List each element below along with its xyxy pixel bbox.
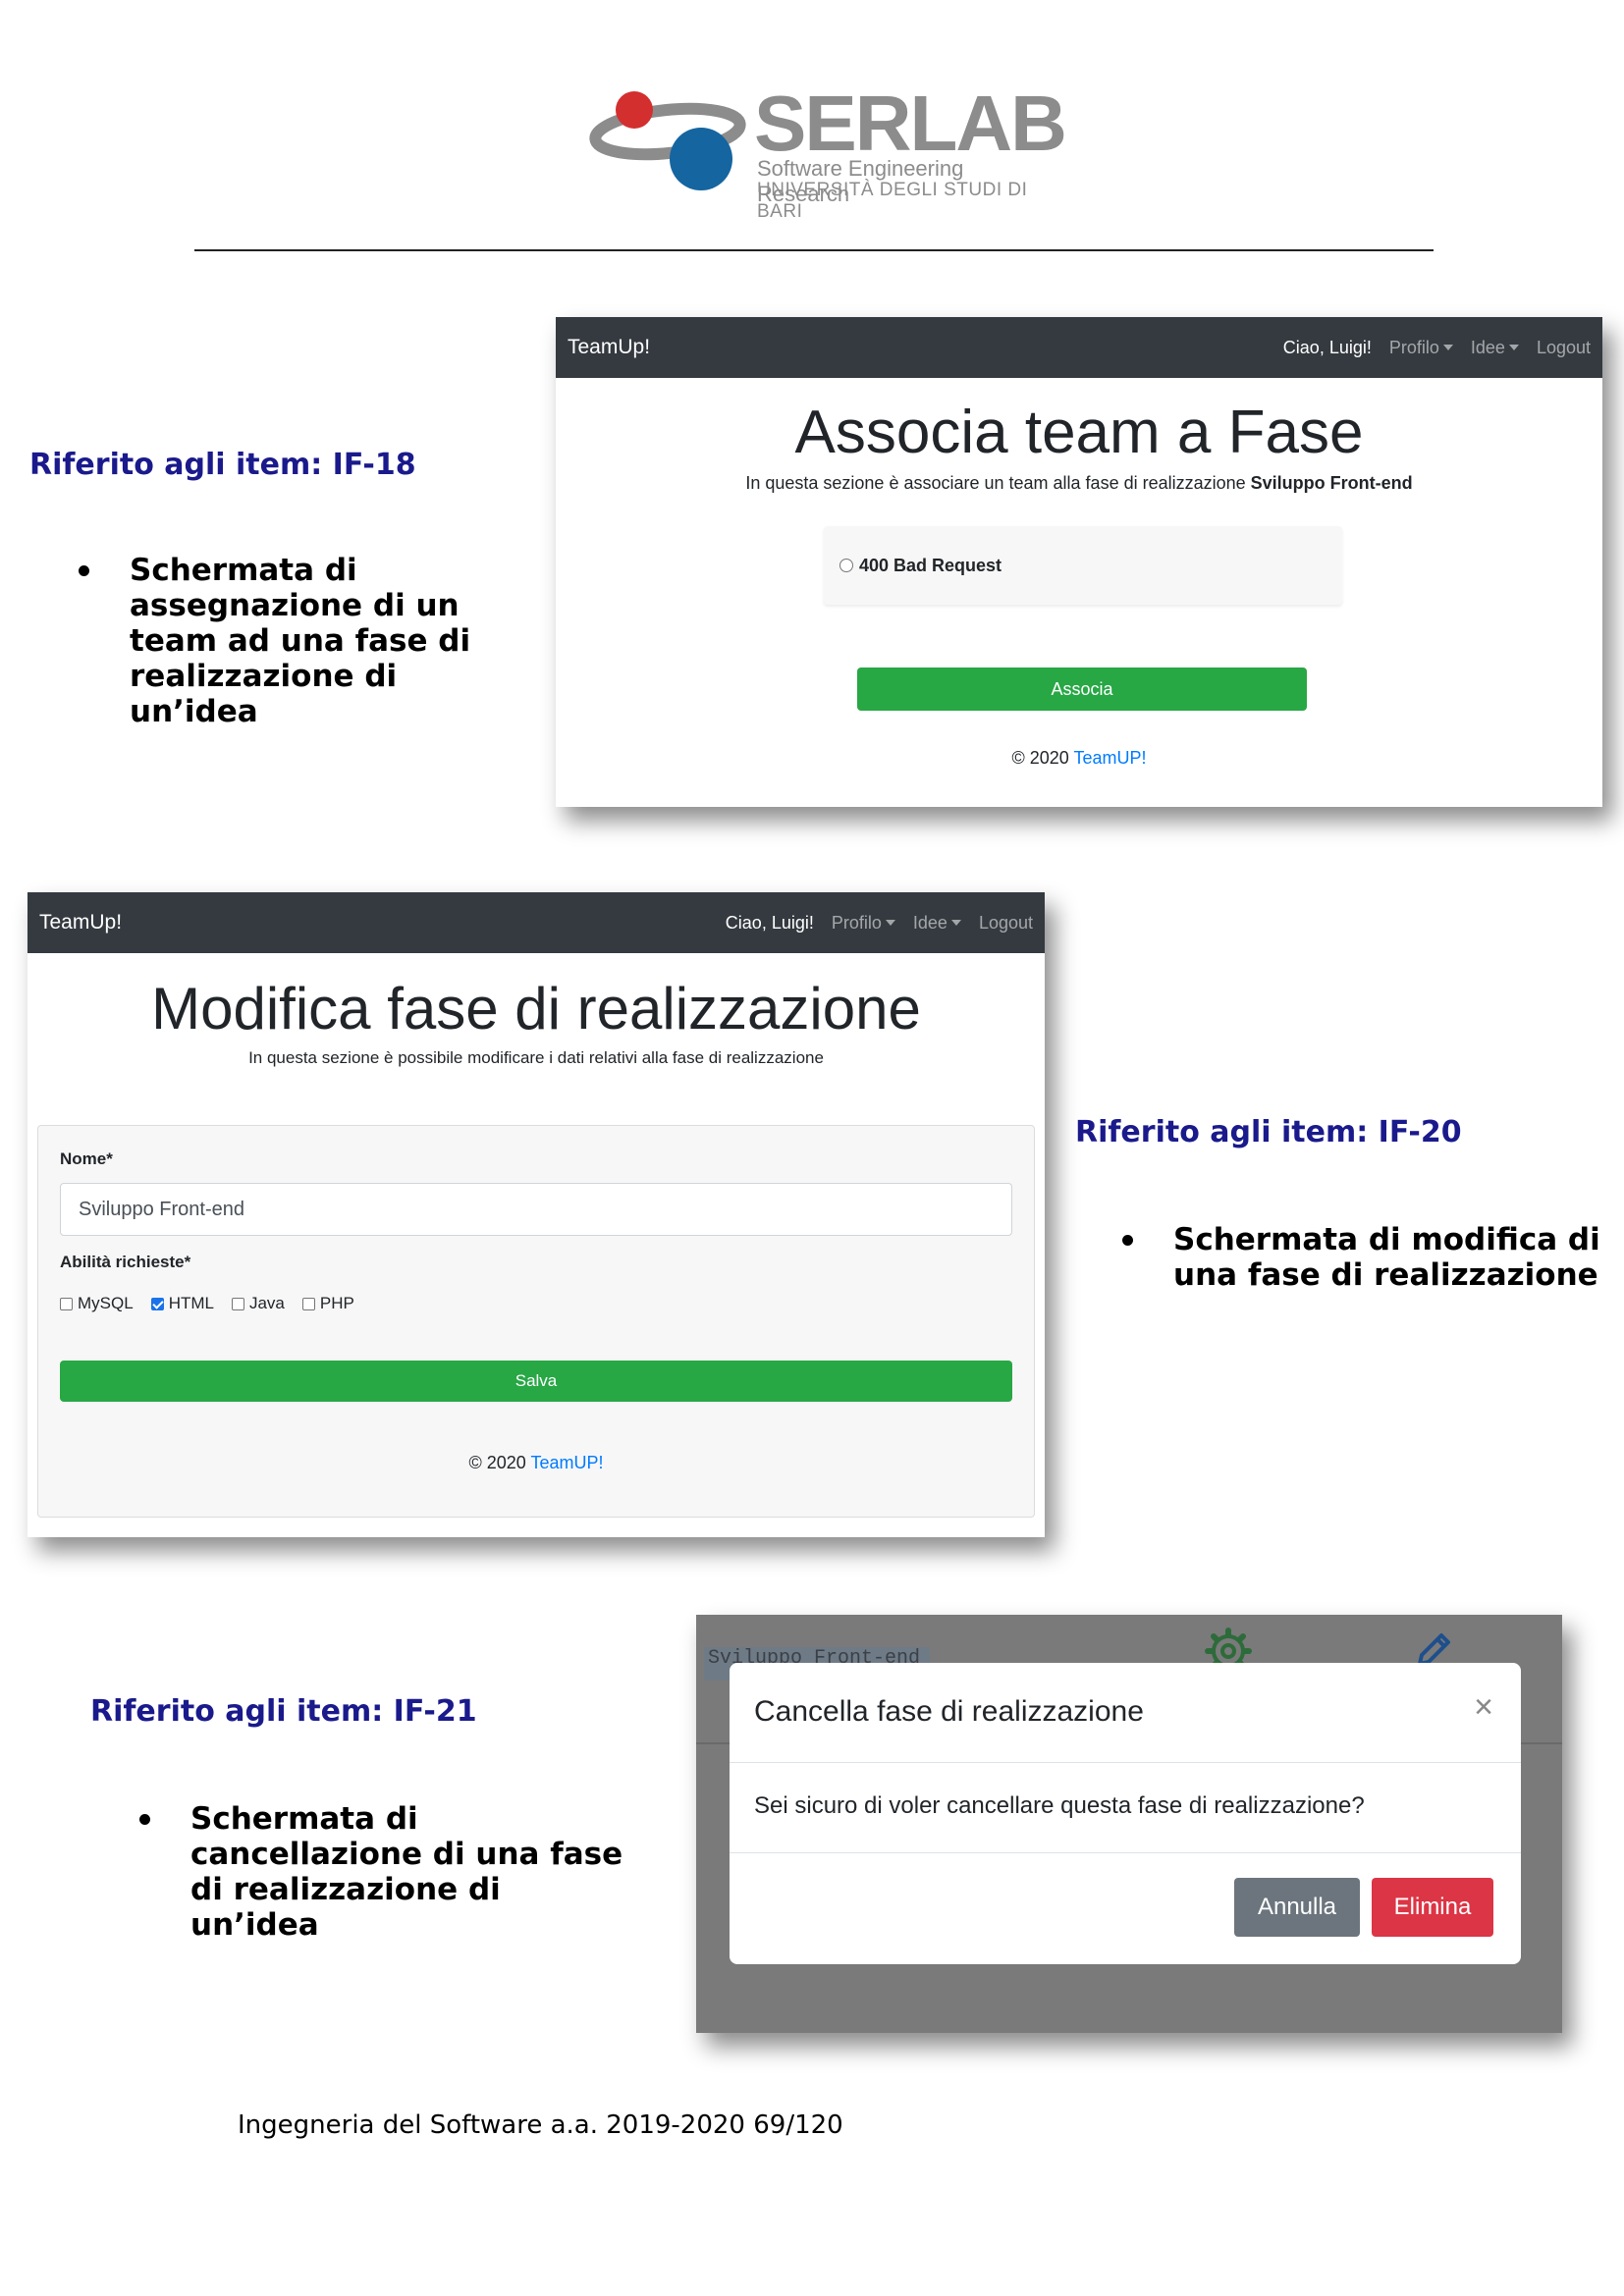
footer-copyright: © 2020 xyxy=(1011,748,1074,768)
checkbox-checked[interactable] xyxy=(150,1297,164,1310)
edit-phase-form: Nome* Sviluppo Front-end Abilità richies… xyxy=(37,1125,1035,1518)
nav-logout-link[interactable]: Logout xyxy=(1537,338,1591,358)
bullet-dot xyxy=(79,565,89,576)
navbar-menu: Ciao, Luigi! Profilo Idee Logout xyxy=(726,913,1033,934)
bullet-text: Schermata di cancellazione di una fase d… xyxy=(190,1801,623,1943)
section-bullets-if21: Schermata di cancellazione di una fase d… xyxy=(139,1801,630,1943)
bullet-item: Schermata di assegnazione di un team ad … xyxy=(79,553,530,729)
page-title: Associa team a Fase xyxy=(794,399,1364,466)
nav-greeting: Ciao, Luigi! xyxy=(725,912,814,933)
navbar: TeamUp! Ciao, Luigi! Profilo Idee Logout xyxy=(556,317,1602,378)
page-lead: In questa sezione è possibile modificare… xyxy=(248,1048,824,1067)
caret-down-icon xyxy=(950,920,961,926)
caret-down-icon xyxy=(1442,345,1453,350)
app-footer: © 2020 TeamUP! xyxy=(38,1453,1034,1473)
section-bullets-if18: Schermata di assegnazione di un team ad … xyxy=(79,553,530,729)
bullet-text: Schermata di modifica di una fase di rea… xyxy=(1173,1222,1600,1293)
elimina-button[interactable]: Elimina xyxy=(1372,1878,1493,1937)
checkbox[interactable] xyxy=(231,1297,244,1310)
modal-title: Cancella fase di realizzazione xyxy=(754,1695,1144,1728)
team-option-card[interactable]: 400 Bad Request xyxy=(824,526,1342,605)
bullet-item: Schermata di cancellazione di una fase d… xyxy=(139,1801,630,1943)
footer-link[interactable]: TeamUP! xyxy=(1073,748,1146,768)
page-lead: In questa sezione è associare un team al… xyxy=(556,473,1602,494)
serlab-logo-mark xyxy=(589,91,746,190)
skill-label: HTML xyxy=(168,1294,214,1312)
section-ref-if18: Riferito agli item: IF-18 xyxy=(29,448,416,482)
bullet-dot xyxy=(1122,1235,1133,1246)
section-bullets-if20: Schermata di modifica di una fase di rea… xyxy=(1122,1222,1613,1293)
salva-button[interactable]: Salva xyxy=(60,1361,1012,1402)
nav-logout-link[interactable]: Logout xyxy=(979,913,1033,934)
team-radio[interactable] xyxy=(839,559,853,572)
nav-profile-label: Profilo xyxy=(831,912,882,933)
skill-label: PHP xyxy=(319,1294,354,1312)
skill-label: Java xyxy=(248,1294,285,1312)
footer-copyright: © 2020 xyxy=(468,1453,531,1472)
screenshot-associa-team: TeamUp! Ciao, Luigi! Profilo Idee Logout… xyxy=(556,317,1602,807)
skills-label: Abilità richieste* xyxy=(60,1253,191,1271)
checkbox[interactable] xyxy=(301,1297,315,1310)
skill-checkbox-java[interactable]: Java xyxy=(231,1294,285,1313)
logo-university: UNIVERSITÀ DEGLI STUDI DI BARI xyxy=(757,180,1028,222)
navbar-menu: Ciao, Luigi! Profilo Idee Logout xyxy=(1283,338,1591,358)
lead-phase-name: Sviluppo Front-end xyxy=(1250,473,1413,493)
section-ref-if20: Riferito agli item: IF-20 xyxy=(1075,1115,1462,1149)
delete-confirm-modal: Cancella fase di realizzazione × Sei sic… xyxy=(730,1663,1521,1964)
caret-down-icon xyxy=(885,920,895,926)
skill-checkbox-mysql[interactable]: MySQL xyxy=(60,1294,134,1313)
lead-text: In questa sezione è associare un team al… xyxy=(745,473,1251,493)
navbar: TeamUp! Ciao, Luigi! Profilo Idee Logout xyxy=(27,892,1045,953)
bullet-item: Schermata di modifica di una fase di rea… xyxy=(1122,1222,1613,1293)
nav-ideas-label: Idee xyxy=(1470,337,1505,357)
close-icon[interactable]: × xyxy=(1474,1690,1493,1724)
section-ref-if21: Riferito agli item: IF-21 xyxy=(90,1694,477,1729)
screenshot-cancella-fase: Sviluppo Front-end Cancella fase di real… xyxy=(696,1615,1562,2033)
nav-ideas-label: Idee xyxy=(912,912,947,933)
associa-button[interactable]: Associa xyxy=(857,667,1307,711)
nav-profile-label: Profilo xyxy=(1388,337,1439,357)
nav-greeting: Ciao, Luigi! xyxy=(1282,337,1372,357)
bullet-text: Schermata di assegnazione di un team ad … xyxy=(130,553,471,729)
modal-header: Cancella fase di realizzazione × xyxy=(730,1663,1521,1763)
app-footer: © 2020 TeamUP! xyxy=(556,748,1602,769)
skill-checkbox-html[interactable]: HTML xyxy=(150,1294,214,1313)
nav-profile-dropdown[interactable]: Profilo xyxy=(1389,338,1453,358)
team-option-label: 400 Bad Request xyxy=(859,555,1002,575)
skill-label: MySQL xyxy=(78,1294,134,1312)
footer-link[interactable]: TeamUP! xyxy=(530,1453,603,1472)
nav-ideas-dropdown[interactable]: Idee xyxy=(1471,338,1519,358)
skill-checkbox-php[interactable]: PHP xyxy=(301,1294,354,1313)
navbar-brand[interactable]: TeamUp! xyxy=(39,911,726,934)
document-footer: Ingegneria del Software a.a. 2019-2020 6… xyxy=(238,2110,843,2140)
serlab-logo: SERLAB Software Engineering Research UNI… xyxy=(589,80,1067,222)
name-field[interactable]: Sviluppo Front-end xyxy=(60,1183,1012,1236)
caret-down-icon xyxy=(1508,345,1519,350)
checkbox[interactable] xyxy=(60,1297,73,1310)
header-divider xyxy=(194,249,1434,251)
modal-message: Sei sicuro di voler cancellare questa fa… xyxy=(754,1792,1365,1819)
nav-ideas-dropdown[interactable]: Idee xyxy=(913,913,961,934)
screenshot-modifica-fase: TeamUp! Ciao, Luigi! Profilo Idee Logout… xyxy=(27,892,1045,1537)
navbar-brand[interactable]: TeamUp! xyxy=(568,336,1283,359)
nav-profile-dropdown[interactable]: Profilo xyxy=(832,913,895,934)
name-label: Nome* xyxy=(60,1149,113,1168)
bullet-dot xyxy=(139,1814,150,1825)
modal-body: Sei sicuro di voler cancellare questa fa… xyxy=(730,1763,1521,1853)
skills-checkbox-group: MySQL HTML Java PHP xyxy=(60,1294,354,1313)
annulla-button[interactable]: Annulla xyxy=(1234,1878,1360,1937)
page-title: Modifica fase di realizzazione xyxy=(151,976,921,1041)
